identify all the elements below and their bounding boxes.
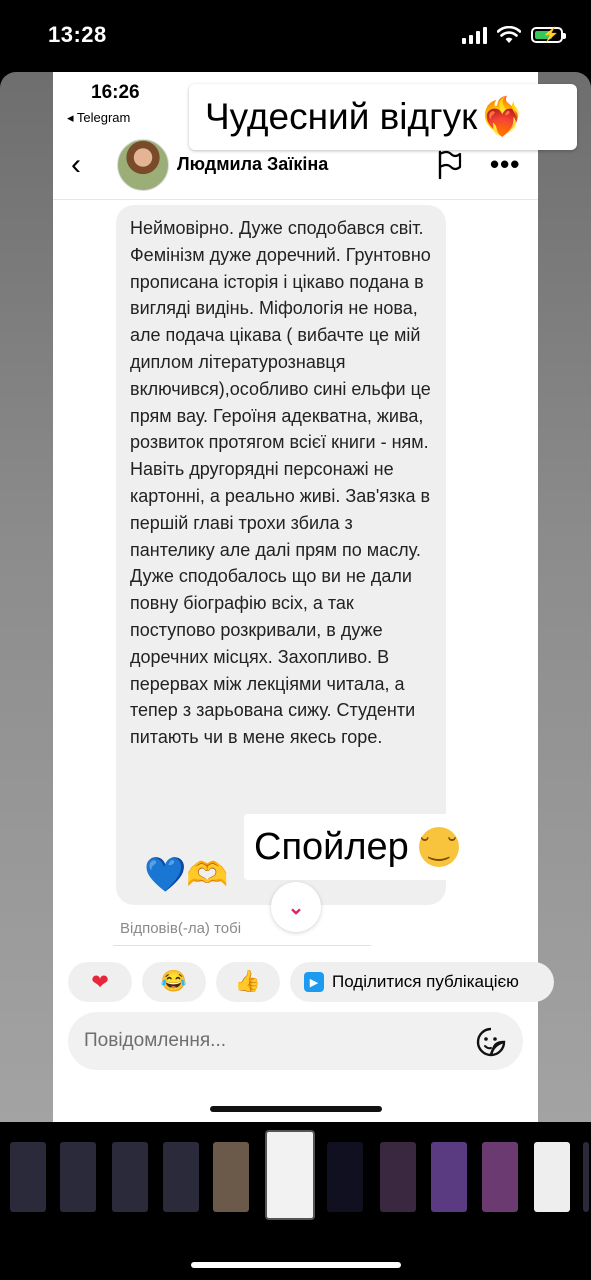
spoiler-sticker-text: Спойлер [254,825,409,868]
quick-reactions: ❤ 😂 👍 ▶ Поділитися публікацією [68,962,554,1002]
signal-icon [462,26,487,44]
inner-clock: 16:26 [91,82,140,103]
clock: 13:28 [48,22,107,47]
blue-heart-icon: 💙 [144,856,187,894]
expand-chevron-icon[interactable]: ⌄ [271,882,321,932]
wifi-icon [497,26,521,43]
home-indicator [191,1262,401,1268]
more-options-icon[interactable]: ••• [490,149,520,180]
battery-icon: ⚡ [531,26,566,43]
avatar[interactable] [117,139,169,191]
instagram-dm-screenshot: 16:26 ◂ Telegram ‹ Людмила Заїкіна ••• Н… [53,72,554,1122]
media-thumbnail[interactable] [380,1142,416,1212]
share-post-button[interactable]: ▶ Поділитися публікацією [290,962,554,1002]
title-sticker-text: Чудесний відгук [205,96,478,137]
sticker-icon[interactable] [476,1027,506,1057]
home-indicator [210,1106,382,1112]
heart-hands-icon: 🫶 [186,856,229,894]
media-thumbnail[interactable] [431,1142,467,1212]
divider [53,199,538,200]
heart-on-fire-icon: ❤‍🔥 [479,95,526,137]
replied-label: Відповів(-ла) тобі [120,920,242,937]
reaction-heart[interactable]: ❤ [68,962,132,1002]
media-thumbnail[interactable] [213,1142,249,1212]
message-text: Неймовірно. Дуже сподобався світ. Феміні… [130,218,431,748]
message-emojis: 💙🫶 [144,855,229,895]
spoiler-sticker[interactable]: Спойлер ˘‿˘ [244,814,490,880]
flag-icon[interactable] [435,150,463,180]
contact-name[interactable]: Людмила Заїкіна [177,154,328,175]
message-bubble[interactable]: Неймовірно. Дуже сподобався світ. Феміні… [116,205,446,905]
media-thumbnail[interactable] [583,1142,589,1212]
media-thumbnail[interactable] [10,1142,46,1212]
story-canvas: 16:26 ◂ Telegram ‹ Людмила Заїкіна ••• Н… [0,72,591,1122]
media-thumbnail[interactable] [163,1142,199,1212]
reaction-thumbs-up[interactable]: 👍 [216,962,280,1002]
media-thumbnail[interactable] [60,1142,96,1212]
media-thumbnail[interactable] [112,1142,148,1212]
smirk-face-icon: ˘‿˘ [418,827,459,867]
message-input[interactable] [68,1012,523,1070]
share-post-label: Поділитися публікацією [332,972,519,991]
back-button[interactable]: ‹ [71,150,81,180]
title-sticker[interactable]: Чудесний відгук ❤‍🔥 [189,84,577,150]
status-icons: ⚡ [462,26,566,44]
status-bar: 13:28 ⚡ [0,0,591,72]
play-icon: ▶ [304,972,324,992]
divider [113,945,371,946]
media-thumbnail[interactable] [534,1142,570,1212]
reaction-laugh[interactable]: 😂 [142,962,206,1002]
selected-thumbnail[interactable] [265,1130,315,1220]
media-thumbnail[interactable] [327,1142,363,1212]
back-to-telegram[interactable]: ◂ Telegram [67,110,130,126]
media-thumbnail[interactable] [482,1142,518,1212]
